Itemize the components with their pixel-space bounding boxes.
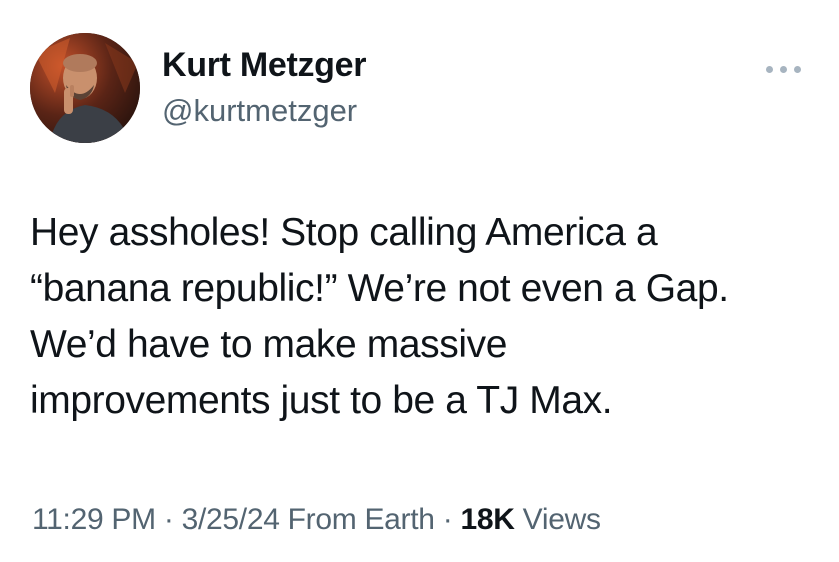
dot bbox=[766, 66, 773, 73]
tweet-text: Hey assholes! Stop calling America a “ba… bbox=[30, 205, 820, 429]
avatar-photo-icon bbox=[30, 33, 140, 143]
tweet-metadata: 11:29 PM · 3/25/24 From Earth · 18K View… bbox=[32, 500, 601, 540]
tweet-time[interactable]: 11:29 PM bbox=[32, 503, 156, 536]
separator: · bbox=[163, 503, 174, 536]
author-handle[interactable]: @kurtmetzger bbox=[162, 93, 357, 129]
tweet-text-line: “banana republic!” We’re not even a Gap. bbox=[30, 267, 729, 310]
separator: · bbox=[442, 503, 453, 536]
tweet-text-line: improvements just to be a TJ Max. bbox=[30, 379, 613, 422]
tweet-text-line: Hey assholes! Stop calling America a bbox=[30, 211, 658, 254]
author-name[interactable]: Kurt Metzger bbox=[162, 45, 366, 85]
more-options-icon[interactable] bbox=[762, 56, 806, 82]
author-avatar[interactable] bbox=[30, 33, 140, 143]
dot bbox=[780, 66, 787, 73]
views-label: Views bbox=[522, 503, 601, 536]
tweet-text-line: We’d have to make massive bbox=[30, 323, 507, 366]
views-count[interactable]: 18K bbox=[460, 503, 514, 536]
dot bbox=[794, 66, 801, 73]
tweet-card: Kurt Metzger @kurtmetzger Hey assholes! … bbox=[0, 0, 839, 562]
tweet-date[interactable]: 3/25/24 bbox=[182, 503, 280, 536]
tweet-source: From Earth bbox=[287, 503, 435, 536]
